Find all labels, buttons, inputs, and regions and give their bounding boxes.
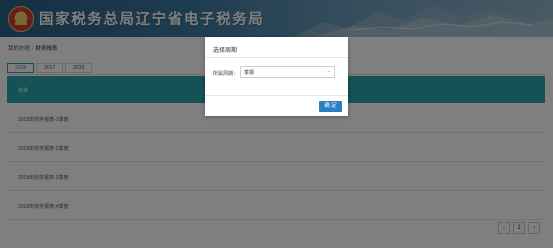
dialog-title: 选择周期 (213, 48, 238, 54)
dialog-divider (205, 57, 348, 58)
period-select-value: 季报 (244, 70, 255, 76)
chevron-down-icon: ⌄ (326, 68, 331, 74)
select-period-dialog: 选择周期 所属周期： 季报 ⌄ 确 定 (205, 37, 348, 116)
period-select[interactable]: 季报 ⌄ (240, 66, 335, 78)
dialog-footer-divider (205, 95, 348, 96)
period-field-label: 所属周期： (213, 71, 239, 77)
confirm-button[interactable]: 确 定 (319, 101, 342, 112)
